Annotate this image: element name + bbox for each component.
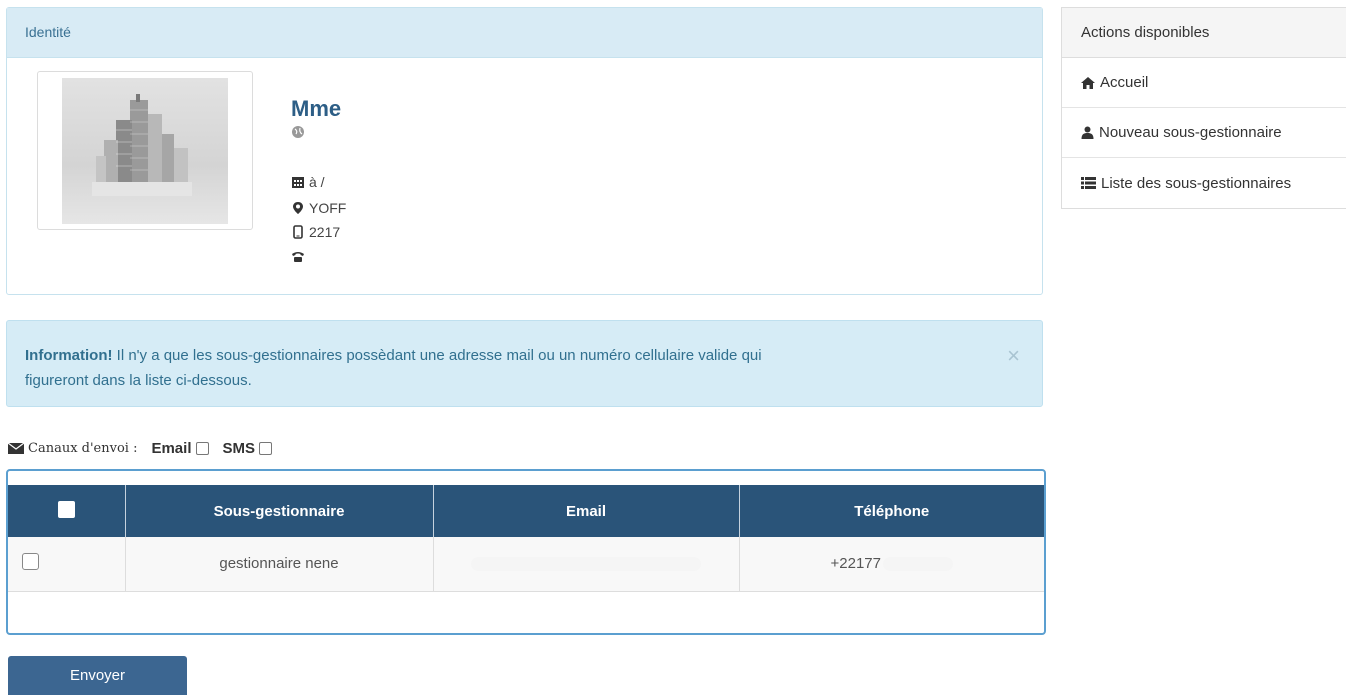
profile-photo-frame [37,71,253,230]
row-phone-text: +22177 [830,555,881,573]
address-line: YOFF [291,200,346,216]
sms-channel-checkbox[interactable] [259,442,273,455]
birth-text: à / [309,174,325,190]
column-header-email: Email [433,485,740,537]
send-button[interactable]: Envoyer [8,656,187,695]
sidebar-item-liste-sous-gestionnaires[interactable]: Liste des sous-gestionnaires [1062,158,1346,208]
channels-label: Canaux d'envoi : [28,441,138,456]
close-icon[interactable]: × [1007,345,1020,367]
sidebar-item-label: Accueil [1100,74,1149,91]
calendar-icon [292,177,304,188]
row-phone-cell: +22177 [739,537,1044,591]
phone-line [291,249,309,263]
table-row: gestionnaire nene +22177 [8,537,1044,591]
send-channels: Canaux d'envoi : Email SMS [8,440,273,457]
select-all-header [8,485,126,537]
sub-managers-table: Sous-gestionnaire Email Téléphone gestio… [8,485,1044,592]
row-select-cell [8,537,126,591]
sub-managers-table-container: Sous-gestionnaire Email Téléphone gestio… [6,469,1046,635]
user-icon [1081,126,1094,139]
sidebar-item-accueil[interactable]: Accueil [1062,58,1346,108]
profile-photo [62,78,228,224]
envelope-icon [8,443,24,454]
email-channel-checkbox[interactable] [195,442,209,455]
column-header-telephone: Téléphone [854,502,930,520]
list-icon [1081,177,1096,189]
identity-heading: Identité [7,8,1042,58]
column-header-sous-gestionnaire: Sous-gestionnaire [125,485,434,537]
address-text: YOFF [309,200,347,216]
row-email-cell [433,537,740,591]
alert-text-2: figureront dans la liste ci-dessous. [25,372,252,389]
birth-line: à / [291,174,325,190]
row-checkbox[interactable] [22,553,39,571]
globe-icon [292,126,304,138]
sidebar-item-nouveau-sous-gestionnaire[interactable]: Nouveau sous-gestionnaire [1062,108,1346,158]
phone-icon [292,252,304,262]
info-alert: Information! Il n'y a que les sous-gesti… [6,320,1043,407]
identity-panel: Identité Mme à / YOFF 2217 [6,7,1043,295]
redacted-phone [882,557,953,572]
map-marker-icon [293,202,303,214]
sidebar-item-label: Nouveau sous-gestionnaire [1099,124,1282,141]
sms-channel-label: SMS [222,440,256,457]
actions-sidebar: Actions disponibles Accueil Nouveau sous… [1061,7,1346,209]
select-all-checkbox[interactable] [57,500,75,518]
mobile-text: 2217 [309,224,341,240]
table-header-row: Sous-gestionnaire Email Téléphone [8,485,1044,537]
alert-title: Information! [25,347,113,364]
alert-text: Il n'y a que les sous-gestionnaires poss… [112,347,762,364]
website-line [291,125,305,139]
mobile-line: 2217 [291,224,340,240]
row-name-cell: gestionnaire nene [125,537,434,591]
home-icon [1081,76,1095,89]
sidebar-item-label: Liste des sous-gestionnaires [1101,174,1292,192]
mobile-icon [293,225,303,239]
sidebar-title: Actions disponibles [1062,8,1346,58]
civility: Mme [291,96,342,121]
redacted-email [471,557,701,572]
email-channel-label: Email [151,440,192,457]
